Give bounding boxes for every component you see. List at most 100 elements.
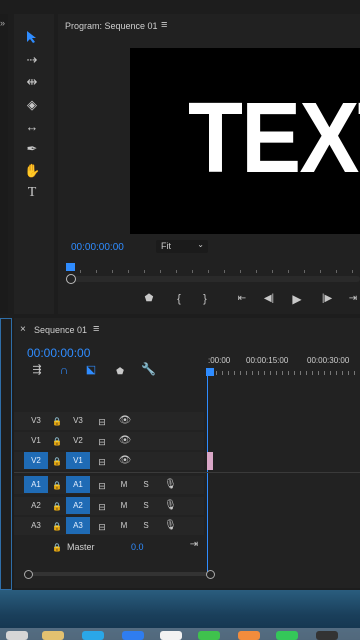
microphone-icon[interactable]: 🎙 xyxy=(164,519,177,533)
microphone-icon[interactable]: 🎙 xyxy=(164,478,177,492)
master-label: Master xyxy=(67,542,95,552)
dock-app-icon-safari[interactable] xyxy=(82,631,104,640)
target-v1[interactable]: V1 xyxy=(26,432,46,449)
go-to-in-icon[interactable]: ⇤ xyxy=(234,292,250,306)
dock-app-icon-messages[interactable] xyxy=(198,631,220,640)
scrollbar-left-handle[interactable] xyxy=(24,570,33,579)
go-to-out-icon[interactable]: ⇥ xyxy=(346,292,360,306)
target-v3[interactable]: V3 xyxy=(26,412,46,429)
track-label-a2[interactable]: A2 xyxy=(66,497,90,514)
program-timecode[interactable]: 00:00:00:00 xyxy=(71,242,124,253)
preview-title-text: TEXT xyxy=(188,82,360,194)
dock-app-icon-facetime[interactable] xyxy=(276,631,298,640)
mute-button[interactable]: M xyxy=(118,476,130,493)
lock-icon[interactable]: 🔒 xyxy=(52,479,62,493)
left-edge-panel xyxy=(0,14,8,314)
lock-icon[interactable]: 🔒 xyxy=(52,435,62,449)
timeline-ruler-ticks xyxy=(210,371,360,375)
razor-tool-icon[interactable]: ◈ xyxy=(24,98,40,112)
lock-icon[interactable]: 🔒 xyxy=(52,541,62,555)
lock-icon[interactable]: 🔒 xyxy=(52,500,62,514)
snap-icon[interactable]: ∩ xyxy=(57,363,71,377)
slip-tool-icon[interactable]: ↔ xyxy=(24,120,40,134)
chevron-down-icon: ⌄ xyxy=(197,240,204,249)
timeline-playhead-handle[interactable] xyxy=(206,368,214,376)
marker-icon[interactable]: ⬟ xyxy=(142,292,156,306)
add-marker-icon[interactable]: ⬟ xyxy=(114,364,126,378)
track-label-a1[interactable]: A1 xyxy=(66,476,90,493)
hand-tool-icon[interactable]: ✋ xyxy=(24,164,40,178)
eye-icon[interactable]: 👁 xyxy=(118,454,132,468)
lock-icon[interactable]: 🔒 xyxy=(52,520,62,534)
scrollbar-right-handle[interactable] xyxy=(206,570,215,579)
out-point-icon[interactable]: } xyxy=(198,292,212,306)
hamburger-icon[interactable]: ≡ xyxy=(161,19,167,31)
dock-app-icon-finder[interactable] xyxy=(6,631,28,640)
program-monitor-title[interactable]: Program: Sequence 01 xyxy=(65,21,158,31)
sync-lock-icon[interactable]: ⊟ xyxy=(96,455,108,469)
type-tool-icon[interactable]: T xyxy=(24,186,40,200)
scrub-handle[interactable] xyxy=(66,274,76,284)
target-a1[interactable]: A1 xyxy=(24,476,48,493)
solo-button[interactable]: S xyxy=(140,517,152,534)
microphone-icon[interactable]: 🎙 xyxy=(164,499,177,513)
track-select-tool-icon[interactable]: ⇢ xyxy=(24,53,40,67)
sync-lock-icon[interactable]: ⊟ xyxy=(96,415,108,429)
target-a2[interactable]: A2 xyxy=(26,497,46,514)
target-v2[interactable]: V2 xyxy=(24,452,48,469)
program-playhead-marker[interactable] xyxy=(66,263,75,271)
sync-lock-icon[interactable]: ⊟ xyxy=(96,435,108,449)
lock-icon[interactable]: 🔒 xyxy=(52,415,62,429)
dock-app-icon-calendar[interactable] xyxy=(160,631,182,640)
mute-button[interactable]: M xyxy=(118,517,130,534)
master-value[interactable]: 0.0 xyxy=(131,542,144,552)
sync-lock-icon[interactable]: ⊟ xyxy=(96,500,108,514)
timeline-playhead-line[interactable] xyxy=(207,376,208,576)
eye-icon[interactable]: 👁 xyxy=(118,434,132,448)
track-label-v3[interactable]: V3 xyxy=(68,412,88,429)
ruler-label-0: :00:00 xyxy=(208,356,231,365)
dock-app-icon-notes[interactable] xyxy=(42,631,64,640)
in-point-icon[interactable]: { xyxy=(172,292,186,306)
ruler-label-2: 00:00:30:00 xyxy=(307,356,350,365)
project-panel-edge xyxy=(0,318,12,590)
ruler-ticks xyxy=(80,270,360,273)
step-forward-icon[interactable]: |▶ xyxy=(319,292,335,306)
pen-tool-icon[interactable]: ✒ xyxy=(24,142,40,156)
eye-icon[interactable]: 👁 xyxy=(118,414,132,428)
ripple-edit-tool-icon[interactable]: ⇹ xyxy=(24,75,40,89)
program-preview: TEXT xyxy=(130,48,360,234)
zoom-select[interactable]: Fit ⌄ xyxy=(156,240,208,253)
solo-button[interactable]: S xyxy=(140,476,152,493)
program-scrub-bar[interactable] xyxy=(66,276,360,282)
mute-button[interactable]: M xyxy=(118,497,130,514)
track-label-v2[interactable]: V2 xyxy=(68,432,88,449)
sync-lock-icon[interactable]: ⊟ xyxy=(96,520,108,534)
nest-icon[interactable]: ⇶ xyxy=(30,363,44,377)
dock-app-icon-appstore[interactable] xyxy=(122,631,144,640)
timeline-timecode[interactable]: 00:00:00:00 xyxy=(27,346,90,360)
hamburger-icon[interactable]: ≡ xyxy=(93,323,99,335)
dock-app-icon-photos[interactable] xyxy=(238,631,260,640)
timeline-tab-title[interactable]: Sequence 01 xyxy=(34,325,87,335)
close-icon[interactable]: × xyxy=(20,324,26,335)
lock-icon[interactable]: 🔒 xyxy=(52,455,62,469)
go-to-end-icon[interactable]: ⇥ xyxy=(188,538,200,552)
ruler-label-1: 00:00:15:00 xyxy=(246,356,289,365)
play-icon[interactable]: ▶ xyxy=(290,292,304,306)
track-label-v1[interactable]: V1 xyxy=(66,452,90,469)
step-back-icon[interactable]: ◀| xyxy=(262,292,276,306)
video-clip[interactable] xyxy=(207,452,213,470)
sync-lock-icon[interactable]: ⊟ xyxy=(96,479,108,493)
track-area-divider xyxy=(14,472,360,473)
wrench-icon[interactable]: 🔧 xyxy=(141,362,156,376)
selection-tool-icon[interactable] xyxy=(24,30,40,47)
solo-button[interactable]: S xyxy=(140,497,152,514)
panel-expand-icon[interactable]: » xyxy=(0,18,5,28)
timeline-scrollbar[interactable] xyxy=(30,572,210,576)
track-label-a3[interactable]: A3 xyxy=(66,517,90,534)
zoom-value: Fit xyxy=(161,241,171,251)
target-a3[interactable]: A3 xyxy=(26,517,46,534)
dock-app-icon-music[interactable] xyxy=(316,631,338,640)
linked-selection-icon[interactable]: ⬕ xyxy=(84,363,98,377)
